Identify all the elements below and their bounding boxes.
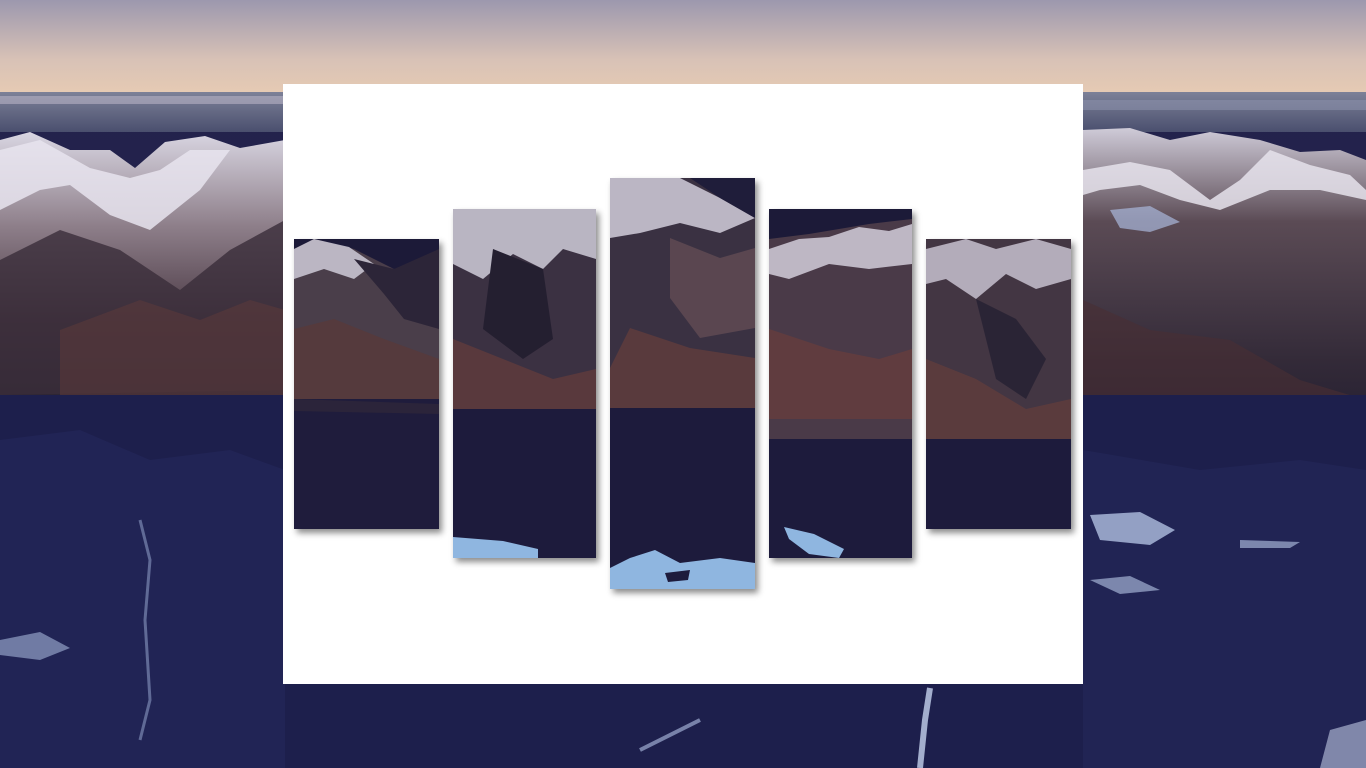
canvas-panel-2 bbox=[453, 209, 596, 558]
panel-3-image bbox=[610, 178, 755, 589]
canvas-panel-5 bbox=[926, 239, 1071, 529]
panel-2-image bbox=[453, 209, 596, 558]
white-card bbox=[283, 84, 1083, 684]
panel-1-image bbox=[294, 239, 439, 529]
wallpaper-stage bbox=[0, 0, 1366, 768]
canvas-panel-1 bbox=[294, 239, 439, 529]
canvas-panel-4 bbox=[769, 209, 912, 558]
panel-5-image bbox=[926, 239, 1071, 529]
panel-4-image bbox=[769, 209, 912, 558]
canvas-panel-3 bbox=[610, 178, 755, 589]
